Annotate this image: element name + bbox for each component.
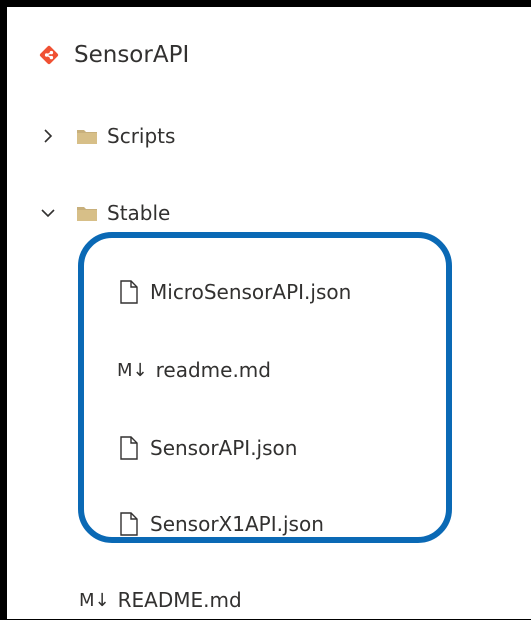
- chevron-right-icon[interactable]: [39, 127, 57, 145]
- tree-file-microsensorapi[interactable]: MicroSensorAPI.json: [120, 272, 351, 312]
- repo-header[interactable]: SensorAPI: [38, 35, 189, 75]
- git-repo-icon: [38, 44, 60, 66]
- markdown-icon: M↓: [79, 589, 110, 611]
- folder-icon: [77, 128, 97, 144]
- file-label: README.md: [117, 588, 242, 612]
- file-label: MicroSensorAPI.json: [150, 280, 352, 304]
- tree-file-readme-md[interactable]: M↓ readme.md: [117, 350, 271, 390]
- tree-file-sensorapi[interactable]: SensorAPI.json: [120, 428, 297, 468]
- tree-folder-scripts[interactable]: Scripts: [39, 116, 175, 156]
- markdown-icon: M↓: [117, 359, 148, 381]
- file-label: readme.md: [155, 358, 271, 382]
- file-explorer-panel: SensorAPI Scripts Stable MicroSensorAPI.…: [7, 7, 531, 619]
- file-icon: [120, 436, 138, 460]
- file-label: SensorAPI.json: [150, 436, 298, 460]
- folder-icon: [77, 205, 97, 221]
- folder-label: Stable: [107, 201, 171, 225]
- repo-name: SensorAPI: [74, 42, 190, 68]
- file-label: SensorX1API.json: [150, 512, 324, 536]
- tree-folder-stable[interactable]: Stable: [39, 193, 170, 233]
- tree-file-sensorx1api[interactable]: SensorX1API.json: [120, 504, 324, 544]
- tree-file-root-readme[interactable]: M↓ README.md: [79, 580, 242, 620]
- file-icon: [120, 280, 138, 304]
- folder-label: Scripts: [107, 124, 176, 148]
- file-icon: [120, 512, 138, 536]
- chevron-down-icon[interactable]: [39, 204, 57, 222]
